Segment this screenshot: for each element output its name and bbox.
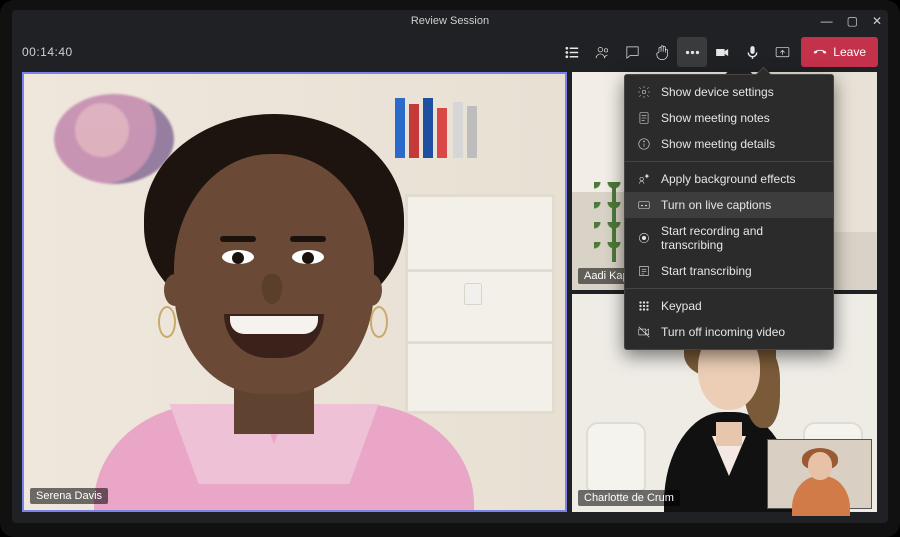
menu-item-start-recording[interactable]: Start recording and transcribing — [625, 218, 833, 258]
menu-item-background-effects[interactable]: Apply background effects — [625, 166, 833, 192]
hangup-icon — [813, 45, 827, 59]
self-view-pip[interactable] — [767, 439, 872, 509]
info-icon — [637, 137, 651, 151]
minimize-button[interactable]: — — [821, 15, 833, 27]
transcribe-icon — [637, 264, 651, 278]
app-window: Review Session — ▢ ✕ 00:14:40 — [12, 10, 888, 523]
menu-label: Show device settings — [661, 85, 774, 99]
menu-separator — [625, 161, 833, 162]
menu-item-meeting-details[interactable]: Show meeting details — [625, 131, 833, 157]
video-placeholder — [768, 440, 871, 508]
maximize-button[interactable]: ▢ — [847, 15, 858, 27]
menu-label: Start recording and transcribing — [661, 224, 821, 252]
menu-label: Start transcribing — [661, 264, 752, 278]
titlebar: Review Session — ▢ ✕ — [12, 10, 888, 32]
menu-item-device-settings[interactable]: Show device settings — [625, 79, 833, 105]
leave-button[interactable]: Leave — [801, 37, 878, 67]
list-icon[interactable] — [557, 37, 587, 67]
camera-icon[interactable] — [707, 37, 737, 67]
microphone-icon[interactable] — [737, 37, 767, 67]
video-off-icon — [637, 325, 651, 339]
gear-icon — [637, 85, 651, 99]
call-timer: 00:14:40 — [22, 45, 73, 59]
menu-item-meeting-notes[interactable]: Show meeting notes — [625, 105, 833, 131]
participant-tile-main[interactable]: Serena Davis — [22, 72, 567, 512]
device-frame: Review Session — ▢ ✕ 00:14:40 — [0, 0, 900, 537]
people-icon[interactable] — [587, 37, 617, 67]
menu-label: Show meeting notes — [661, 111, 770, 125]
sparkle-icon — [637, 172, 651, 186]
menu-item-live-captions[interactable]: Turn on live captions — [625, 192, 833, 218]
chat-icon[interactable] — [617, 37, 647, 67]
more-actions-button[interactable] — [677, 37, 707, 67]
menu-label: Show meeting details — [661, 137, 775, 151]
meeting-toolbar: 00:14:40 — [12, 32, 888, 72]
menu-label: Apply background effects — [661, 172, 796, 186]
leave-label: Leave — [833, 45, 866, 59]
menu-item-keypad[interactable]: Keypad — [625, 293, 833, 319]
keypad-icon — [637, 299, 651, 313]
window-title: Review Session — [411, 15, 489, 27]
notes-icon — [637, 111, 651, 125]
window-controls: — ▢ ✕ — [821, 10, 882, 32]
menu-item-start-transcribing[interactable]: Start transcribing — [625, 258, 833, 284]
menu-item-turn-off-incoming-video[interactable]: Turn off incoming video — [625, 319, 833, 345]
record-icon — [637, 231, 651, 245]
menu-label: Turn off incoming video — [661, 325, 785, 339]
close-button[interactable]: ✕ — [872, 15, 882, 27]
share-screen-icon[interactable] — [767, 37, 797, 67]
participant-name: Charlotte de Crum — [578, 490, 680, 506]
raise-hand-icon[interactable] — [647, 37, 677, 67]
video-placeholder — [24, 74, 565, 510]
participant-name: Serena Davis — [30, 488, 108, 504]
menu-label: Keypad — [661, 299, 702, 313]
menu-label: Turn on live captions — [661, 198, 771, 212]
more-actions-menu: Show device settings Show meeting notes … — [624, 74, 834, 350]
menu-separator — [625, 288, 833, 289]
captions-icon — [637, 198, 651, 212]
